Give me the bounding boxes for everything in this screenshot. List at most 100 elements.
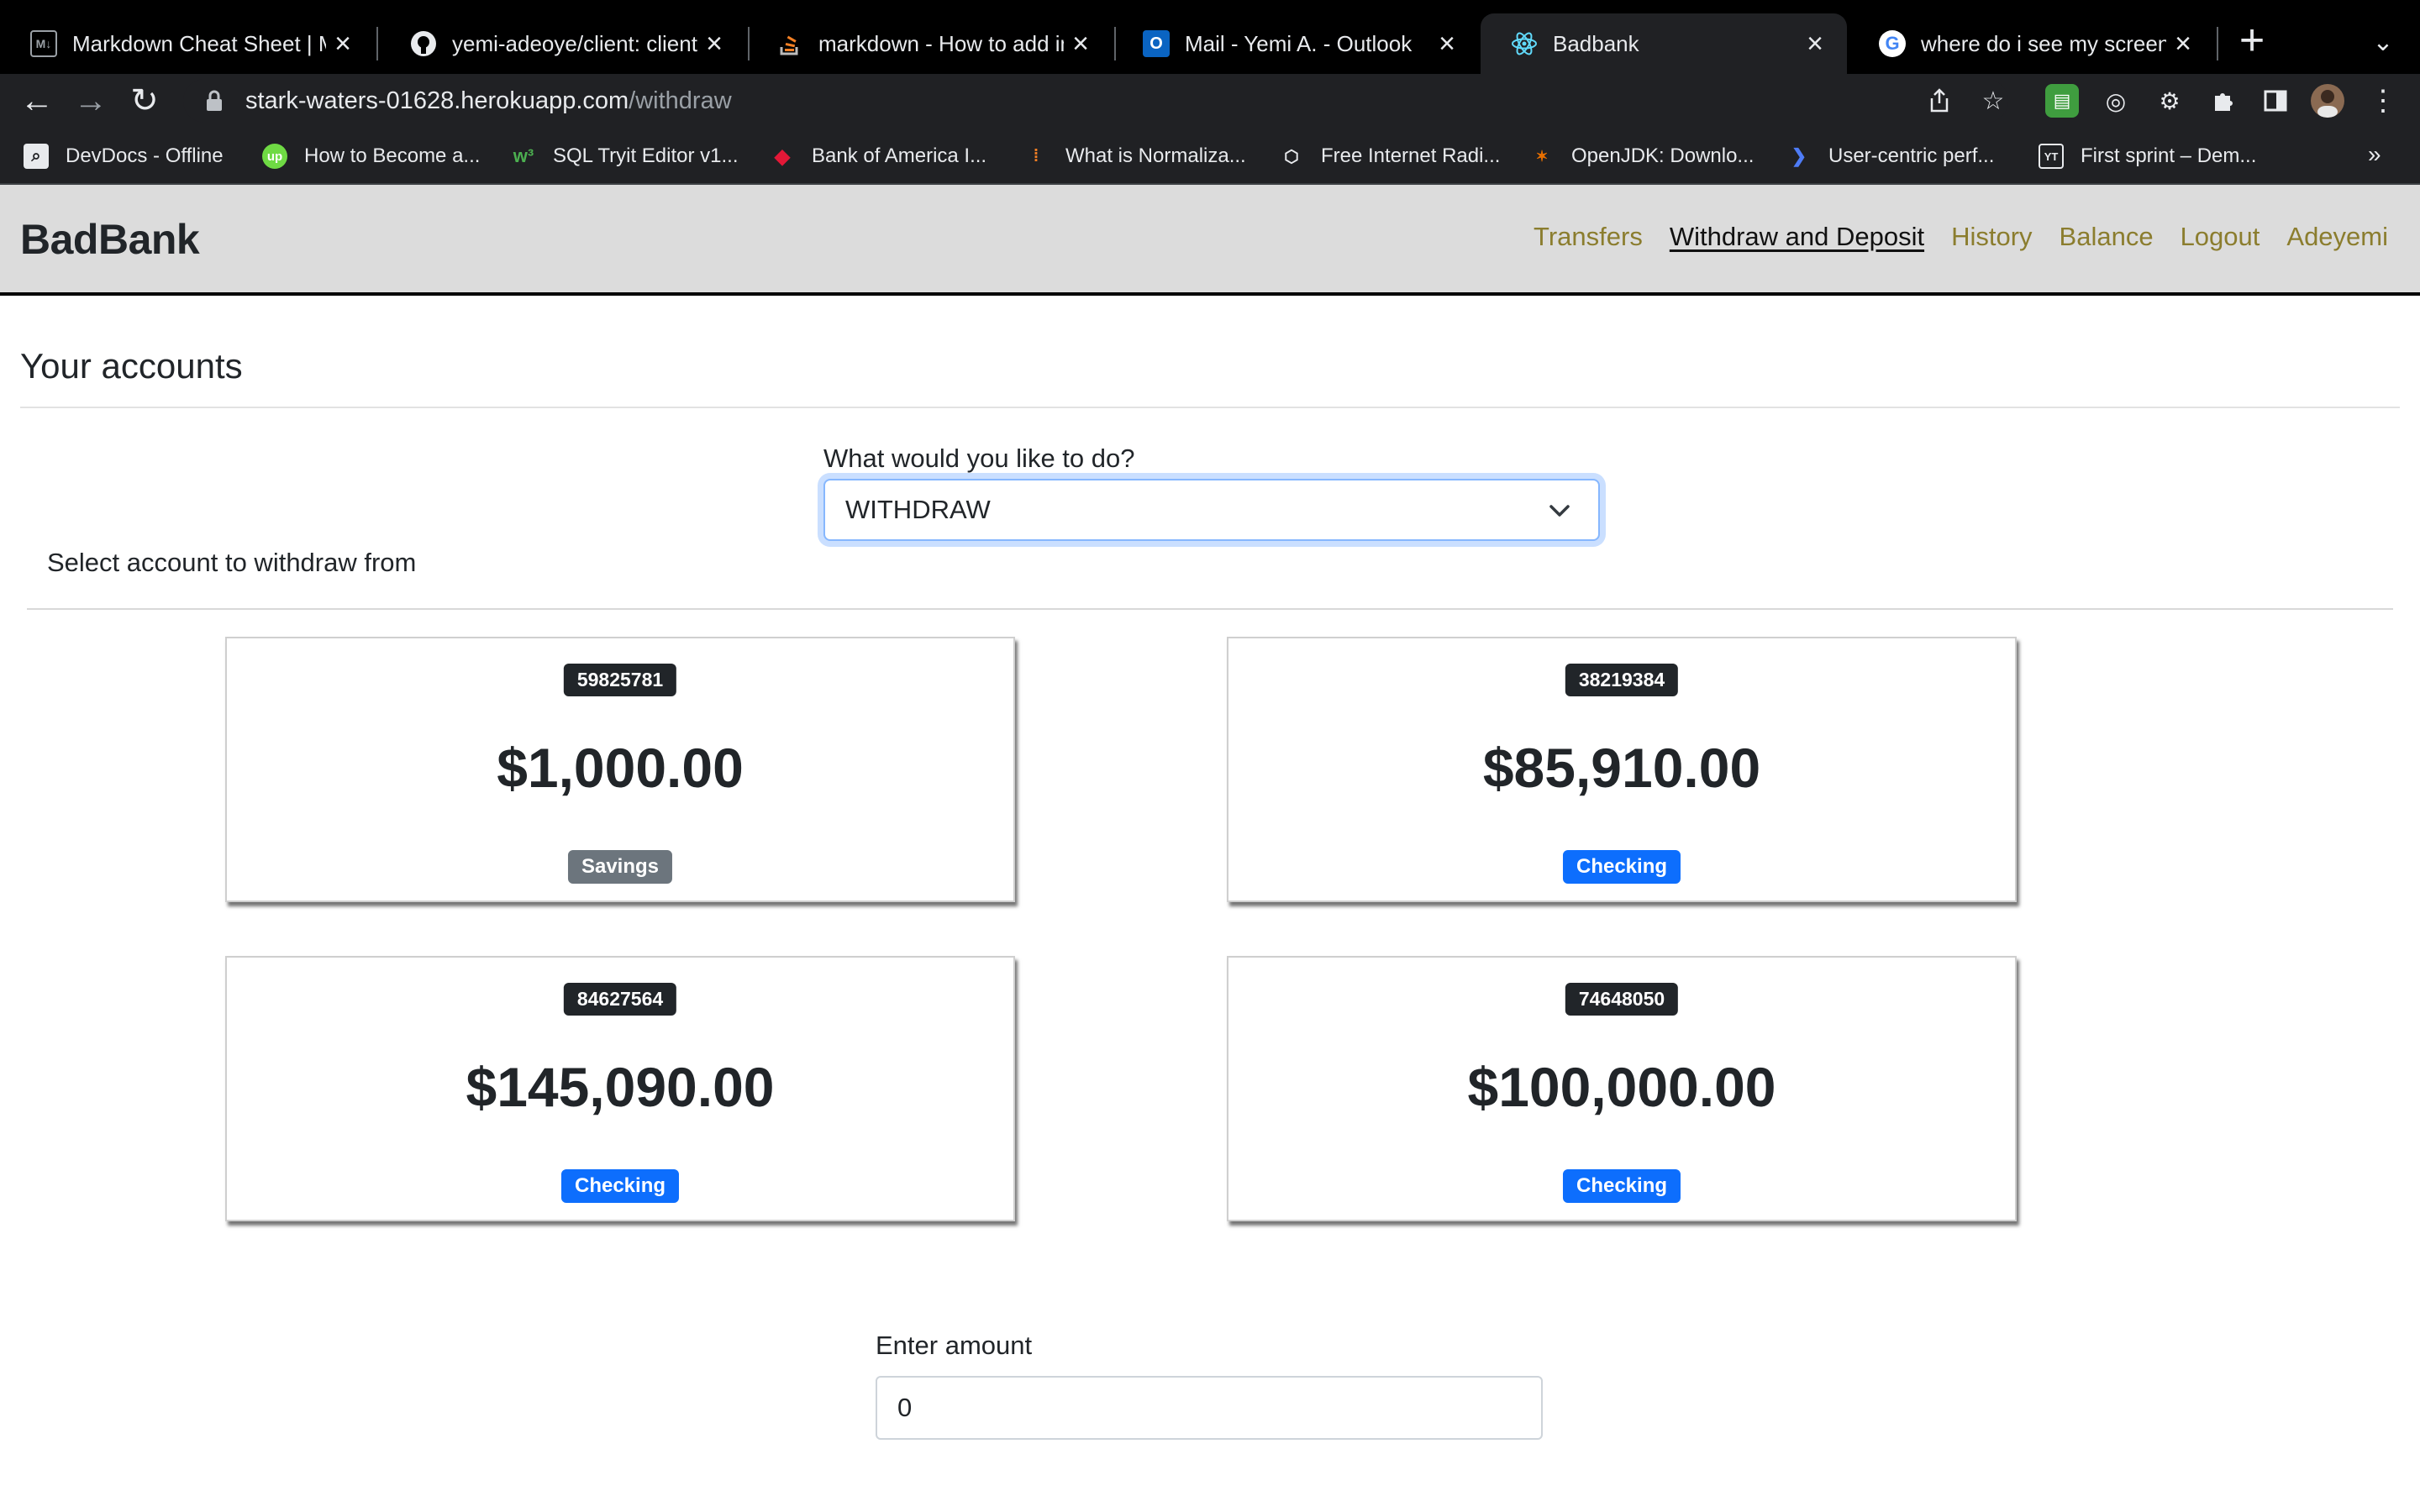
bookmark-star-icon[interactable]: ☆ — [1976, 84, 2010, 118]
bookmark-item[interactable]: w³ SQL Tryit Editor v1... — [511, 139, 739, 173]
chevron-down-icon — [1544, 496, 1575, 526]
account-balance: $1,000.00 — [497, 737, 744, 799]
lock-icon — [200, 87, 229, 115]
address-bar[interactable]: stark-waters-01628.herokuapp.com/withdra… — [183, 79, 2008, 123]
react-icon — [1511, 30, 1538, 57]
tab-separator — [376, 27, 378, 60]
google-icon: G — [1879, 30, 1906, 57]
browser-tab-active[interactable]: Badbank × — [1481, 13, 1847, 74]
browser-tab[interactable]: O Mail - Yemi A. - Outlook × — [1113, 13, 1479, 74]
nav-links: Transfers Withdraw and Deposit History B… — [1534, 222, 2388, 252]
account-type-badge: Savings — [567, 850, 673, 884]
nav-link-logout[interactable]: Logout — [2181, 222, 2260, 252]
bookmark-item[interactable]: ⌕ DevDocs - Offline — [24, 139, 224, 173]
action-select[interactable]: WITHDRAW — [823, 479, 1600, 541]
url-host: stark-waters-01628.herokuapp.com — [245, 87, 629, 114]
devdocs-icon: ⌕ — [24, 144, 49, 169]
gear-icon[interactable]: ⚙ — [2153, 84, 2186, 118]
bookmark-item[interactable]: ◆ Bank of America I... — [770, 139, 986, 173]
brand-logo[interactable]: BadBank — [20, 215, 200, 264]
share-icon[interactable] — [1923, 84, 1956, 118]
close-icon[interactable]: × — [1430, 27, 1464, 60]
url-text: stark-waters-01628.herokuapp.com/withdra… — [245, 87, 732, 115]
account-type-badge: Checking — [1562, 1169, 1681, 1203]
youtrack-icon: YT — [2039, 144, 2064, 169]
account-number-badge: 38219384 — [1565, 664, 1679, 696]
target-icon[interactable]: ◎ — [2099, 84, 2133, 118]
bookmark-item[interactable]: ✶ OpenJDK: Downlo... — [1529, 139, 1754, 173]
account-number-badge: 84627564 — [563, 983, 677, 1016]
w3schools-icon: w³ — [513, 145, 534, 166]
github-icon — [410, 30, 437, 57]
bookmark-label: First sprint – Dem... — [2081, 144, 2257, 167]
tab-title: yemi-adeoye/client: client f — [452, 30, 697, 56]
bookmark-item[interactable]: ⬡ Free Internet Radi... — [1279, 139, 1500, 173]
account-balance: $100,000.00 — [1467, 1056, 1776, 1118]
nav-link-balance[interactable]: Balance — [2060, 222, 2154, 252]
nav-link-history[interactable]: History — [1951, 222, 2032, 252]
account-type-badge: Checking — [1562, 850, 1681, 884]
bookmark-item[interactable]: up How to Become a... — [262, 139, 480, 173]
tab-separator — [2217, 27, 2218, 60]
back-arrow-icon[interactable]: ← — [15, 79, 59, 123]
tab-title: markdown - How to add im — [818, 30, 1064, 56]
chevron-down-icon[interactable]: ⌄ — [2363, 22, 2403, 62]
browser-tab[interactable]: G where do i see my screensh × — [1849, 13, 2215, 74]
double-chevron-right-icon[interactable]: » — [2368, 141, 2381, 168]
bookmark-item[interactable]: ❯ User-centric perf... — [1786, 139, 1995, 173]
account-number-badge: 59825781 — [563, 664, 677, 696]
tab-title: Mail - Yemi A. - Outlook — [1185, 30, 1413, 56]
account-card[interactable]: 38219384 $85,910.00 Checking — [1227, 637, 2017, 902]
reload-icon[interactable]: ↻ — [123, 79, 166, 123]
account-number-badge: 74648050 — [1565, 983, 1679, 1016]
bookmarks-bar: ⌕ DevDocs - Offline up How to Become a..… — [0, 128, 2420, 185]
upwork-icon: up — [262, 144, 287, 169]
side-panel-icon[interactable] — [2259, 84, 2292, 118]
close-icon[interactable]: × — [697, 27, 731, 60]
close-icon[interactable]: × — [2166, 27, 2200, 60]
puzzle-icon[interactable] — [2207, 84, 2240, 118]
bookmark-label: DevDocs - Offline — [66, 144, 224, 167]
extension-icon[interactable]: ▤ — [2045, 84, 2079, 118]
amount-input[interactable] — [876, 1376, 1543, 1440]
action-label: What would you like to do? — [823, 444, 1135, 473]
account-type-badge: Checking — [560, 1169, 680, 1203]
close-icon[interactable]: × — [1798, 27, 1832, 60]
amount-label: Enter amount — [876, 1331, 1033, 1360]
close-icon[interactable]: × — [326, 27, 360, 60]
forward-arrow-icon[interactable]: → — [69, 79, 113, 123]
browser-tab[interactable]: M↓ Markdown Cheat Sheet | Ma × — [0, 13, 375, 74]
select-account-instruction: Select account to withdraw from — [47, 548, 417, 577]
bookmark-item[interactable]: YT First sprint – Dem... — [2039, 139, 2256, 173]
account-balance: $145,090.00 — [466, 1056, 775, 1118]
web-dev-icon: ❯ — [1791, 145, 1807, 166]
tab-title: where do i see my screensh — [1921, 30, 2166, 56]
new-tab-icon[interactable]: + — [2228, 16, 2275, 65]
close-icon[interactable]: × — [1064, 27, 1097, 60]
bookmark-label: Free Internet Radi... — [1321, 144, 1501, 167]
browser-tabstrip: M↓ Markdown Cheat Sheet | Ma × yemi-adeo… — [0, 0, 2420, 74]
account-card[interactable]: 84627564 $145,090.00 Checking — [225, 956, 1015, 1221]
bookmark-label: OpenJDK: Downlo... — [1571, 144, 1754, 167]
markdown-icon: M↓ — [30, 30, 57, 57]
account-balance: $85,910.00 — [1482, 737, 1761, 799]
bookmark-label: Bank of America I... — [812, 144, 987, 167]
kebab-menu-icon[interactable]: ⋮ — [2366, 84, 2400, 118]
bookmark-label: SQL Tryit Editor v1... — [553, 144, 739, 167]
nav-link-user[interactable]: Adeyemi — [2286, 222, 2388, 252]
account-card[interactable]: 74648050 $100,000.00 Checking — [1227, 956, 2017, 1221]
url-path: /withdraw — [629, 87, 732, 114]
bookmark-item[interactable]: ⁞ What is Normaliza... — [1023, 139, 1246, 173]
browser-tab[interactable]: yemi-adeoye/client: client f × — [380, 13, 746, 74]
cube-icon: ⬡ — [1284, 147, 1299, 166]
browser-tab[interactable]: markdown - How to add im × — [746, 13, 1113, 74]
bookmark-label: User-centric perf... — [1828, 144, 1995, 167]
page-title: Your accounts — [20, 346, 243, 386]
outlook-icon: O — [1143, 30, 1170, 57]
avatar[interactable] — [2311, 84, 2344, 118]
nav-link-transfers[interactable]: Transfers — [1534, 222, 1643, 252]
nav-link-withdraw-deposit[interactable]: Withdraw and Deposit — [1670, 222, 1924, 252]
account-card[interactable]: 59825781 $1,000.00 Savings — [225, 637, 1015, 902]
divider — [27, 608, 2393, 610]
stackoverflow-icon — [776, 30, 803, 57]
